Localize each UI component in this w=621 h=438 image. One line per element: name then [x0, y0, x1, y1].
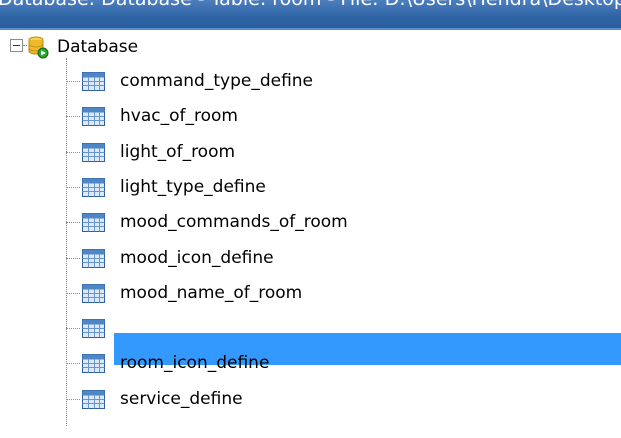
database-tree: Database command_type_define hvac_of_room…	[0, 0, 621, 438]
tree-item-mood-name-of-room[interactable]: mood_name_of_room	[120, 282, 302, 304]
tree-item-room-icon-define[interactable]: room_icon_define	[120, 352, 269, 374]
tree-connector	[66, 363, 80, 364]
tree-item-mood-icon-define[interactable]: mood_icon_define	[120, 247, 274, 269]
table-icon	[82, 107, 105, 126]
table-icon	[82, 284, 105, 303]
table-icon	[82, 72, 105, 91]
tree-connector	[66, 81, 80, 82]
collapse-toggle-icon[interactable]	[10, 39, 23, 52]
table-icon	[82, 213, 105, 232]
table-icon	[82, 354, 105, 373]
tree-item-service-define[interactable]: service_define	[120, 388, 243, 410]
tree-connector	[66, 258, 80, 259]
table-icon	[82, 143, 105, 162]
table-icon	[82, 249, 105, 268]
database-icon	[28, 36, 49, 59]
tree-connector	[66, 116, 80, 117]
tree-connector	[66, 293, 80, 294]
tree-connector	[66, 222, 80, 223]
table-icon	[82, 319, 105, 338]
tree-connector	[66, 152, 80, 153]
tree-connector	[66, 187, 80, 188]
tree-root-label[interactable]: Database	[57, 36, 138, 58]
table-icon	[82, 390, 105, 409]
tree-connector	[66, 328, 80, 329]
tree-item-hvac-of-room[interactable]: hvac_of_room	[120, 105, 238, 127]
tree-item-light-type-define[interactable]: light_type_define	[120, 176, 266, 198]
tree-item-mood-commands-of-room[interactable]: mood_commands_of_room	[120, 211, 348, 233]
tree-item-command-type-define[interactable]: command_type_define	[120, 70, 313, 92]
tree-connector	[66, 58, 67, 426]
tree-item-room[interactable]: room	[120, 317, 164, 339]
tree-connector	[66, 399, 80, 400]
tree-item-light-of-room[interactable]: light_of_room	[120, 141, 235, 163]
table-icon	[82, 178, 105, 197]
